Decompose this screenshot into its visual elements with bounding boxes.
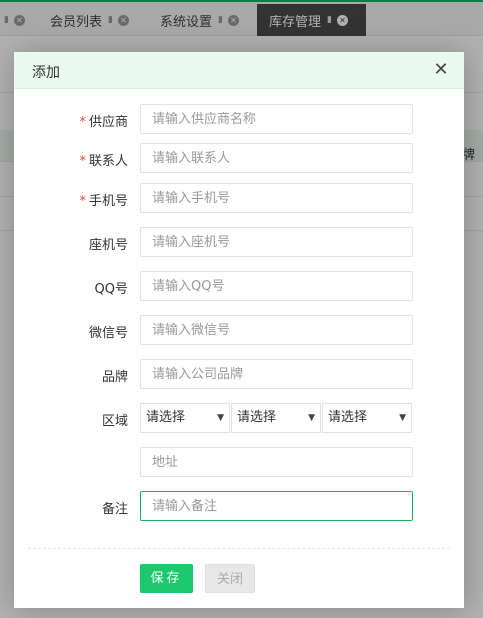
select-value: 请选择 <box>146 410 186 425</box>
caret-down-icon: ▼ <box>217 413 224 423</box>
form-row-qq: QQ号 <box>14 271 464 301</box>
form-row-mobile: * 手机号 <box>14 183 464 213</box>
caret-down-icon: ▼ <box>399 413 406 423</box>
form-row-region: 区域 请选择 ▼ 请选择 ▼ 请选择 ▼ <box>14 403 464 433</box>
form-row-contact: * 联系人 <box>14 143 464 173</box>
remark-input[interactable] <box>140 491 413 521</box>
divider <box>28 548 450 549</box>
add-supplier-dialog: 添加 ✕ *供应商 *联系人 *手机号 座机号 QQ号 微信号 品牌 区域 请选… <box>14 52 464 608</box>
required-mark: * <box>79 194 86 209</box>
city-select[interactable]: 请选择 ▼ <box>231 403 321 433</box>
required-mark: * <box>79 115 86 130</box>
close-icon[interactable]: ✕ <box>432 60 450 80</box>
field-label: * 手机号 <box>79 194 128 209</box>
field-label: 品牌 <box>101 370 128 385</box>
field-label: 座机号 <box>88 238 128 253</box>
field-label: 备注 <box>101 502 128 517</box>
contact-input[interactable] <box>140 143 413 173</box>
address-input[interactable] <box>140 447 413 477</box>
field-label: 区域 <box>101 414 128 429</box>
district-select[interactable]: 请选择 ▼ <box>322 403 412 433</box>
wechat-input[interactable] <box>140 315 413 345</box>
brand-input[interactable] <box>140 359 413 389</box>
close-button[interactable]: 关闭 <box>205 564 255 593</box>
supplier-input[interactable] <box>140 104 413 134</box>
field-label: * 联系人 <box>79 154 128 169</box>
field-label: * 供应商 <box>79 115 128 130</box>
province-select[interactable]: 请选择 ▼ <box>140 403 230 433</box>
caret-down-icon: ▼ <box>308 413 315 423</box>
qq-input[interactable] <box>140 271 413 301</box>
form-row-brand: 品牌 <box>14 359 464 389</box>
save-button[interactable]: 保存 <box>140 564 193 593</box>
select-value: 请选择 <box>237 410 277 425</box>
select-value: 请选择 <box>328 410 368 425</box>
mobile-input[interactable] <box>140 183 413 213</box>
dialog-title: 添加 <box>32 65 60 81</box>
field-label: 微信号 <box>88 326 128 341</box>
field-label: QQ号 <box>94 282 128 297</box>
form-row-address <box>14 447 464 477</box>
dialog-header: 添加 ✕ <box>14 52 464 89</box>
form-row-supplier: * 供应商 <box>14 104 464 134</box>
required-mark: * <box>79 154 86 169</box>
form-row-landline: 座机号 <box>14 227 464 257</box>
form-row-wechat: 微信号 <box>14 315 464 345</box>
landline-input[interactable] <box>140 227 413 257</box>
form-row-remark: 备注 <box>14 491 464 521</box>
